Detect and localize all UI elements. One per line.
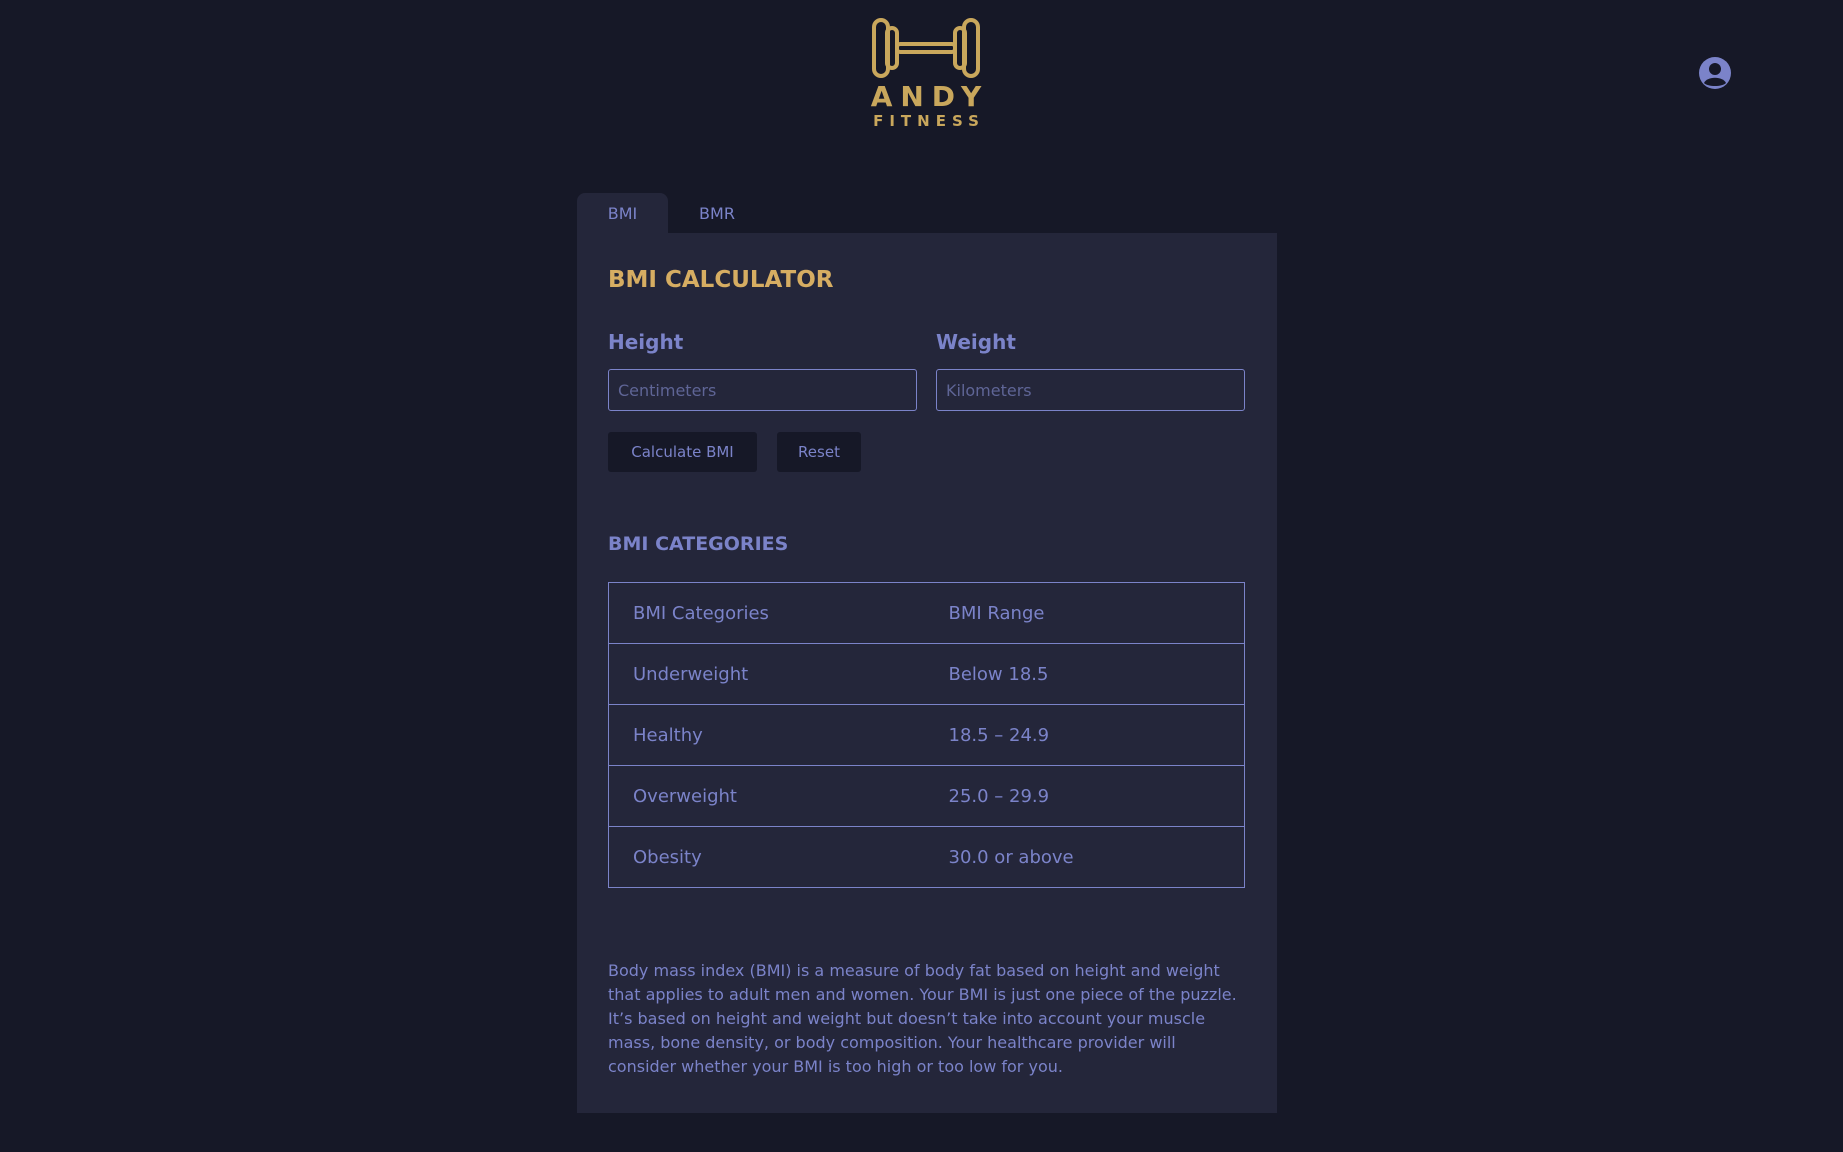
bmi-panel: BMI CALCULATOR Height Weight Calculate B… bbox=[577, 233, 1277, 1113]
brand-tagline: FITNESS bbox=[873, 112, 985, 130]
brand-logo: ANDY FITNESS bbox=[858, 14, 994, 132]
range-cell: 25.0 – 29.9 bbox=[948, 765, 1245, 827]
height-input[interactable] bbox=[608, 369, 917, 411]
category-cell: Obesity bbox=[608, 826, 949, 888]
user-circle-icon[interactable] bbox=[1698, 56, 1732, 90]
weight-label: Weight bbox=[936, 330, 1016, 354]
tab-bmi[interactable]: BMI bbox=[577, 193, 668, 233]
column-header-category: BMI Categories bbox=[608, 582, 949, 644]
table-row: Healthy 18.5 – 24.9 bbox=[608, 704, 1245, 766]
column-header-range: BMI Range bbox=[948, 582, 1245, 644]
range-cell: 18.5 – 24.9 bbox=[948, 704, 1245, 766]
calculator-title: BMI CALCULATOR bbox=[608, 267, 834, 293]
category-cell: Underweight bbox=[608, 643, 949, 705]
categories-title: BMI CATEGORIES bbox=[608, 533, 789, 555]
tab-bmr[interactable]: BMR bbox=[668, 193, 766, 233]
range-cell: Below 18.5 bbox=[948, 643, 1245, 705]
calculate-bmi-button[interactable]: Calculate BMI bbox=[608, 432, 757, 472]
bmi-categories-table: BMI Categories BMI Range Underweight Bel… bbox=[608, 582, 1245, 888]
height-label: Height bbox=[608, 330, 684, 354]
range-cell: 30.0 or above bbox=[948, 826, 1245, 888]
category-cell: Overweight bbox=[608, 765, 949, 827]
dumbbell-icon bbox=[872, 18, 980, 78]
weight-input[interactable] bbox=[936, 369, 1245, 411]
table-row: Underweight Below 18.5 bbox=[608, 643, 1245, 705]
table-row: Obesity 30.0 or above bbox=[608, 826, 1245, 888]
bmi-description: Body mass index (BMI) is a measure of bo… bbox=[608, 961, 1237, 1076]
table-row: Overweight 25.0 – 29.9 bbox=[608, 765, 1245, 827]
category-cell: Healthy bbox=[608, 704, 949, 766]
calculator-tabs: BMI BMR bbox=[577, 193, 766, 233]
brand-name: ANDY bbox=[870, 80, 990, 113]
table-header-row: BMI Categories BMI Range bbox=[608, 582, 1245, 644]
reset-button[interactable]: Reset bbox=[777, 432, 861, 472]
